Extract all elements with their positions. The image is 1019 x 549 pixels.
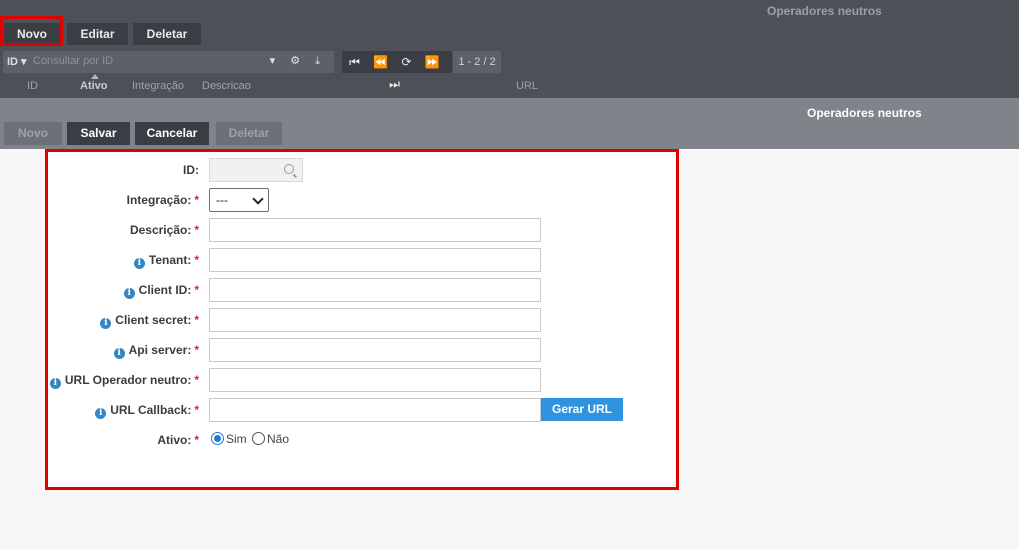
integracao-select[interactable]: --- (209, 188, 269, 212)
list-panel-title: Operadores neutros (767, 4, 882, 18)
chevron-down-icon (252, 193, 264, 205)
pagination-nav-icons[interactable]: ⏮ ⏪ ⟳ ⏩ ⏭ (342, 51, 452, 91)
search-bar[interactable]: ID ▾ Consultar por ID ▾ ⚙ ⤓ (3, 51, 334, 73)
label-id: ID: (183, 163, 199, 177)
api-server-field[interactable] (209, 338, 541, 362)
label-integracao: Integração: * (126, 193, 199, 207)
info-icon[interactable]: i (49, 378, 61, 389)
cancelar-button[interactable]: Cancelar (135, 122, 209, 145)
column-header-ativo[interactable]: Ativo (80, 80, 108, 92)
ativo-nao-label[interactable]: Não (267, 432, 289, 446)
label-descricao: Descrição: * (129, 223, 199, 237)
info-icon[interactable]: i (113, 348, 125, 359)
column-header-descricao[interactable]: Descricao (202, 80, 251, 92)
sort-asc-icon (91, 74, 99, 79)
url-callback-field[interactable] (209, 398, 541, 422)
info-icon[interactable]: i (123, 288, 135, 299)
client-id-field[interactable] (209, 278, 541, 302)
label-url-operador: i URL Operador neutro: * (49, 373, 199, 389)
form-deletar-button[interactable]: Deletar (216, 122, 282, 145)
form-novo-button[interactable]: Novo (4, 122, 62, 145)
label-url-callback: i URL Callback: * (95, 403, 199, 419)
search-input[interactable]: Consultar por ID (33, 55, 113, 67)
descricao-field[interactable] (209, 218, 541, 242)
ativo-nao-radio[interactable] (252, 432, 265, 445)
label-api-server: i Api server: * (113, 343, 199, 359)
ativo-sim-radio[interactable] (211, 432, 224, 445)
label-client-secret: i Client secret: * (100, 313, 199, 329)
tenant-field[interactable] (209, 248, 541, 272)
search-field-select[interactable]: ID ▾ (7, 55, 27, 68)
info-icon[interactable]: i (133, 258, 145, 269)
pagination-counter: 1 - 2 / 2 (453, 51, 501, 73)
salvar-button[interactable]: Salvar (67, 122, 130, 145)
gerar-url-button[interactable]: Gerar URL (541, 398, 623, 421)
url-operador-field[interactable] (209, 368, 541, 392)
column-header-id[interactable]: ID (27, 80, 38, 92)
column-header-integracao[interactable]: Integração (132, 80, 184, 92)
info-icon[interactable]: i (95, 408, 107, 419)
form-panel-title: Operadores neutros (807, 106, 922, 120)
label-ativo: Ativo: * (157, 433, 199, 447)
client-secret-field[interactable] (209, 308, 541, 332)
search-icon[interactable] (284, 164, 294, 174)
label-client-id: i Client ID: * (123, 283, 199, 299)
column-header-url[interactable]: URL (516, 80, 538, 92)
search-tools-icons[interactable]: ▾ ⚙ ⤓ (270, 54, 326, 68)
list-editar-button[interactable]: Editar (67, 23, 128, 45)
label-tenant: i Tenant: * (133, 253, 199, 269)
ativo-sim-label[interactable]: Sim (226, 432, 247, 446)
highlight-box-novo (0, 16, 63, 46)
info-icon[interactable]: i (100, 318, 112, 329)
list-deletar-button[interactable]: Deletar (133, 23, 201, 45)
id-field[interactable] (209, 158, 303, 182)
